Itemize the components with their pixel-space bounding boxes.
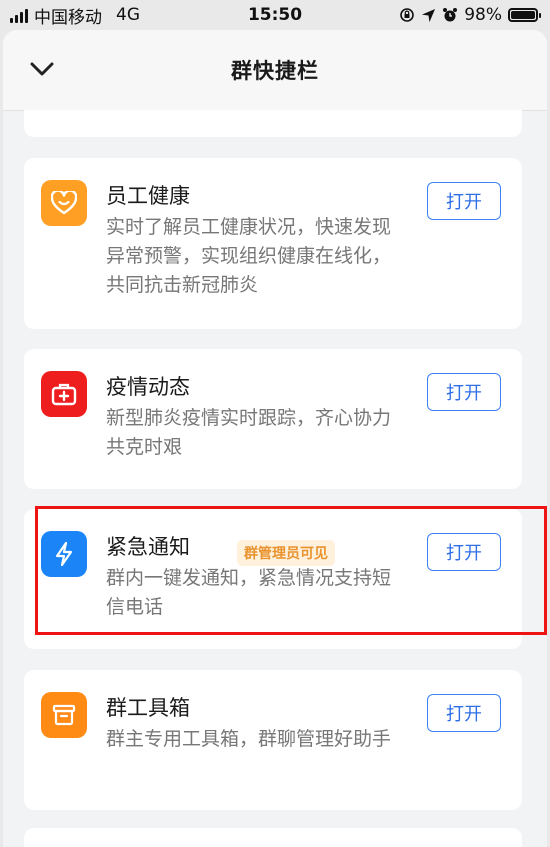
- status-bar: 中国移动 4G 15:50 98%: [0, 0, 550, 30]
- carrier-label: 中国移动: [34, 7, 102, 28]
- card-description: 实时了解员工健康状况，快速发现异常预警，实现组织健康在线化，共同抗击新冠肺炎: [106, 216, 392, 296]
- card-title: 员工健康: [106, 184, 190, 208]
- card-employee-health: 员工健康 实时了解员工健康状况，快速发现异常预警，实现组织健康在线化，共同抗击新…: [24, 158, 522, 329]
- card-title: 群工具箱: [106, 696, 190, 720]
- card-group-toolbox: 群工具箱 群主专用工具箱，群聊管理好助手 打开: [24, 670, 522, 810]
- card-description: 群主专用工具箱，群聊管理好助手: [106, 728, 392, 750]
- heart-smile-icon: [51, 191, 77, 215]
- card-description: 新型肺炎疫情实时跟踪，齐心协力共克时艰: [106, 407, 392, 458]
- collapse-button[interactable]: [27, 54, 57, 84]
- card-epidemic-news: 疫情动态 新型肺炎疫情实时跟踪，齐心协力共克时艰 打开: [24, 349, 522, 489]
- partial-card-top: [24, 110, 522, 137]
- status-left: 中国移动 4G: [0, 3, 140, 28]
- medical-kit-icon: [51, 383, 77, 406]
- card-title: 疫情动态: [106, 375, 190, 399]
- urgent-notice-app-icon: [41, 531, 87, 577]
- alarm-icon: [443, 8, 458, 22]
- partial-card-bottom: [24, 828, 522, 847]
- rotation-lock-icon: [400, 8, 415, 22]
- open-button[interactable]: 打开: [427, 182, 501, 220]
- epidemic-news-app-icon: [41, 371, 87, 417]
- open-button[interactable]: 打开: [427, 694, 501, 732]
- signal-icon: [10, 7, 28, 23]
- status-right: 98%: [399, 5, 550, 25]
- admin-visible-badge: 群管理员可见: [237, 540, 335, 566]
- group-toolbox-app-icon: [41, 692, 87, 738]
- toolbox-icon: [52, 704, 76, 726]
- card-description: 群内一键发通知，紧急情况支持短信电话: [106, 567, 392, 618]
- employee-health-app-icon: [41, 180, 87, 226]
- battery-icon: [508, 8, 541, 22]
- battery-percent: 98%: [464, 5, 502, 25]
- chevron-down-icon: [30, 62, 54, 76]
- lightning-icon: [55, 541, 73, 567]
- open-button[interactable]: 打开: [427, 373, 501, 411]
- card-urgent-notice: 紧急通知 群管理员可见 群内一键发通知，紧急情况支持短信电话 打开: [24, 509, 522, 649]
- sheet-title: 群快捷栏: [231, 59, 319, 83]
- card-title: 紧急通知: [106, 535, 190, 559]
- bottom-sheet: 群快捷栏 员工健康 实时了解员工健康状况，快速发现异常预警，实现组织健康在线化，…: [3, 30, 547, 847]
- network-label: 4G: [116, 5, 140, 25]
- location-icon: [422, 8, 436, 22]
- sheet-header: 群快捷栏: [3, 30, 547, 111]
- screen: 中国移动 4G 15:50 98% 群快捷栏 员工健康 实时了解员工健康状况，快…: [0, 0, 550, 847]
- open-button[interactable]: 打开: [427, 533, 501, 571]
